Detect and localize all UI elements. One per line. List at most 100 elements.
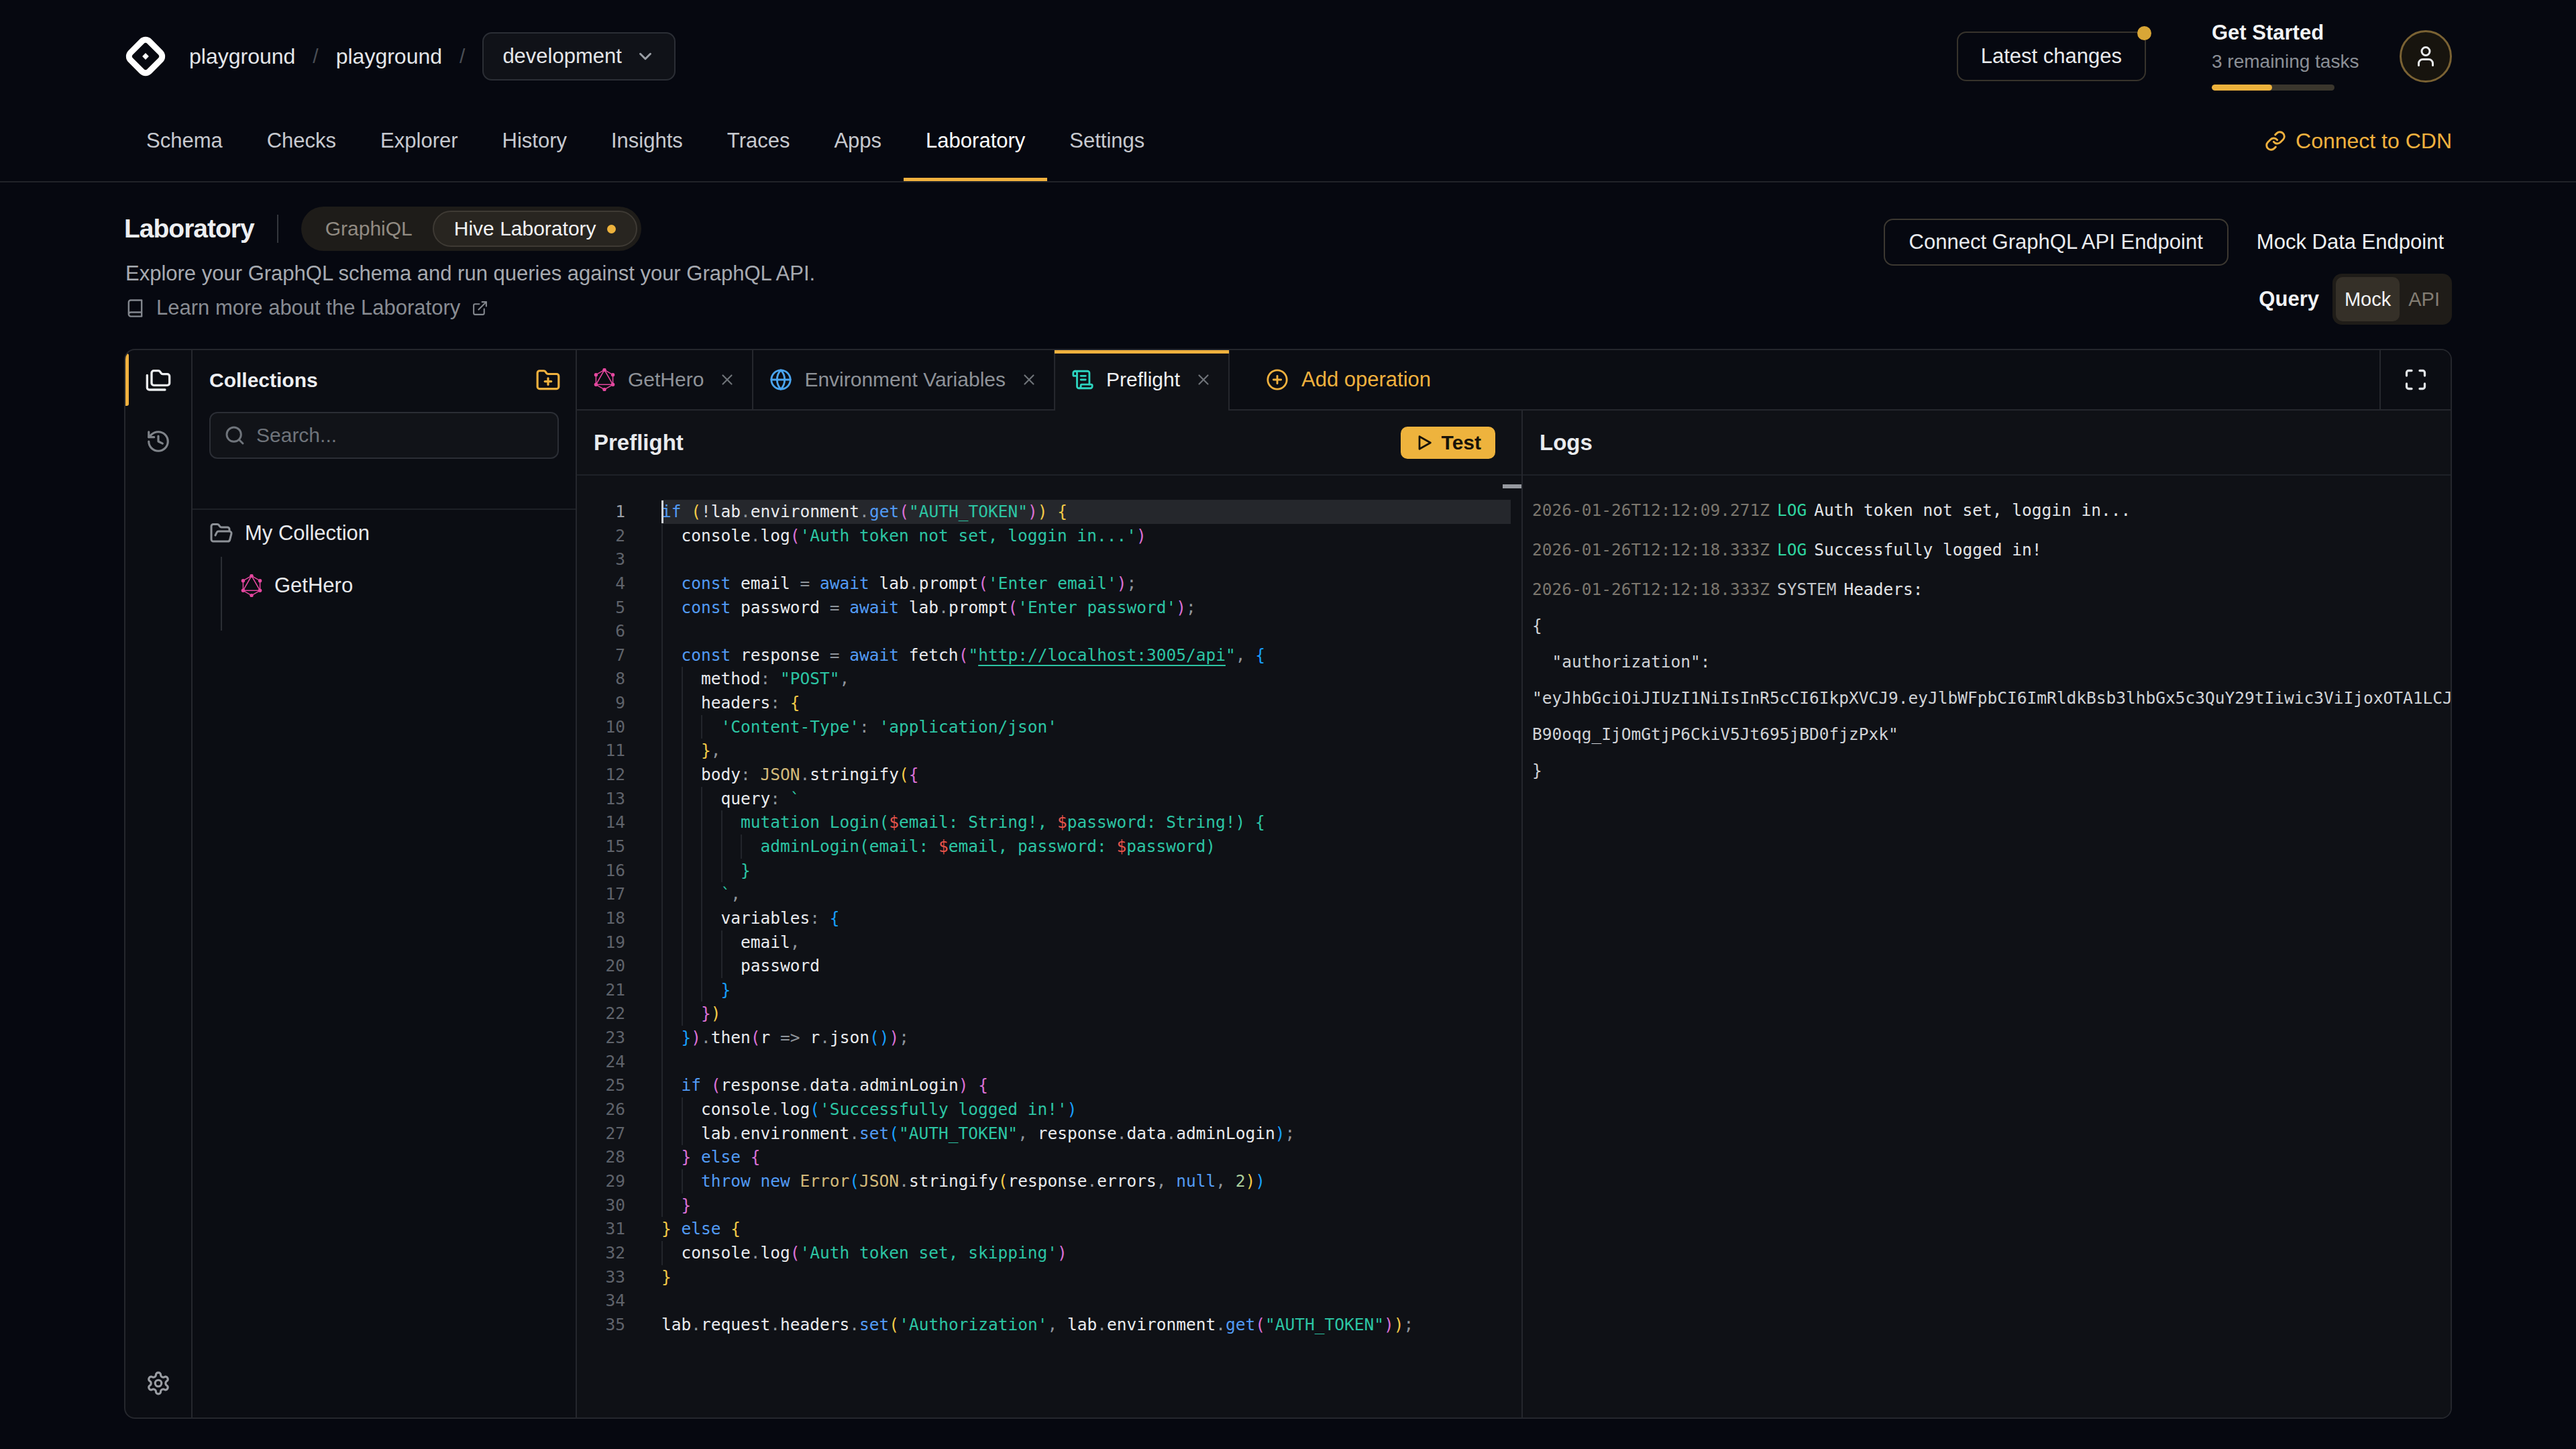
log-body-line: } (1532, 753, 2451, 789)
code-line: 20 password (577, 954, 1521, 978)
line-number: 3 (577, 547, 625, 572)
code-line: 32 console.log('Auth token set, skipping… (577, 1241, 1521, 1265)
logs-output[interactable]: 2026-01-26T12:12:09.271Z LOG Auth token no… (1523, 476, 2451, 1417)
target-selector-value: development (502, 44, 622, 68)
code-line: 19 email, (577, 930, 1521, 955)
hive-logo-icon[interactable] (124, 35, 167, 78)
nav-item-apps[interactable]: Apps (812, 101, 904, 181)
log-message: Headers: (1844, 580, 1923, 599)
log-level: LOG (1777, 500, 1807, 520)
learn-more-link[interactable]: Learn more about the Laboratory (125, 296, 488, 320)
code-line: 4 const email = await lab.prompt('Enter … (577, 572, 1521, 596)
add-operation-button[interactable]: Add operation (1256, 350, 1440, 409)
get-started-title: Get Started (2212, 22, 2334, 43)
query-endpoint-toggle: Mock API (2332, 274, 2452, 325)
tab-label: Environment Variables (804, 368, 1006, 391)
nav-item-traces[interactable]: Traces (705, 101, 812, 181)
nav-item-explorer[interactable]: Explorer (358, 101, 480, 181)
folders-icon (145, 366, 172, 393)
collection-folder-item[interactable]: My Collection (209, 512, 576, 555)
code-line: 1if (!lab.environment.get("AUTH_TOKEN"))… (577, 500, 1521, 524)
mode-option-hive-laboratory[interactable]: Hive Laboratory (433, 211, 637, 247)
collection-operation-item[interactable]: GetHero (240, 564, 576, 607)
code-line: 10 'Content-Type': 'application/json' (577, 715, 1521, 739)
line-number: 22 (577, 1002, 625, 1026)
search-icon (224, 425, 246, 446)
tab-close-icon[interactable] (1020, 371, 1038, 388)
code-line: 11 }, (577, 739, 1521, 763)
fullscreen-button[interactable] (2379, 350, 2451, 409)
code-line: 17 `, (577, 882, 1521, 906)
target-selector[interactable]: development (482, 32, 676, 80)
line-number: 4 (577, 572, 625, 596)
get-started-progressbar (2212, 85, 2334, 91)
connect-graphql-endpoint-button[interactable]: Connect GraphQL API Endpoint (1884, 219, 2229, 266)
mock-data-endpoint-button[interactable]: Mock Data Endpoint (2257, 219, 2444, 266)
get-started-widget[interactable]: Get Started 3 remaining tasks (2212, 22, 2334, 91)
code-line: 30 } (577, 1193, 1521, 1218)
line-number: 26 (577, 1097, 625, 1122)
mode-option-graphiql[interactable]: GraphiQL (305, 211, 433, 247)
tab-preflight[interactable]: Preflight (1055, 350, 1230, 409)
nav-item-checks[interactable]: Checks (245, 101, 358, 181)
graphql-icon (240, 574, 263, 597)
code-line: 15 adminLogin(email: $email, password: $… (577, 835, 1521, 859)
nav-item-laboratory[interactable]: Laboratory (904, 101, 1047, 181)
graphql-icon (593, 368, 616, 391)
code-line: 18 variables: { (577, 906, 1521, 930)
nav-item-settings[interactable]: Settings (1047, 101, 1167, 181)
latest-changes-button[interactable]: Latest changes (1957, 32, 2146, 81)
query-label: Query (2259, 287, 2319, 311)
test-button[interactable]: Test (1401, 427, 1495, 459)
tab-close-icon[interactable] (718, 371, 736, 388)
user-avatar[interactable] (2400, 30, 2452, 83)
log-timestamp: 2026-01-26T12:12:18.333Z (1532, 580, 1770, 599)
code-line: 25 if (response.data.adminLogin) { (577, 1073, 1521, 1097)
overview-ruler-cursor-mark (1503, 484, 1521, 488)
breadcrumb-org[interactable]: playground (189, 44, 295, 69)
collection-folder-label: My Collection (245, 521, 370, 545)
logs-pane: Logs 2026-01-26T12:12:09.271ZLOGAuth tok… (1523, 411, 2451, 1417)
nav-item-history[interactable]: History (480, 101, 589, 181)
code-line: 34 (577, 1289, 1521, 1313)
nav-item-schema[interactable]: Schema (124, 101, 245, 181)
code-editor[interactable]: 1if (!lab.environment.get("AUTH_TOKEN"))… (577, 476, 1521, 1417)
globe-icon (769, 368, 792, 391)
log-message: Auth token not set, loggin in... (1814, 500, 2131, 520)
line-number: 6 (577, 619, 625, 643)
log-timestamp: 2026-01-26T12:12:09.271Z (1532, 500, 1770, 520)
search-input[interactable] (256, 424, 544, 447)
tab-env-vars[interactable]: Environment Variables (753, 350, 1055, 409)
line-number: 2 (577, 524, 625, 548)
log-level: LOG (1777, 540, 1807, 559)
tree-indent-line (221, 557, 222, 631)
scroll-icon (1071, 368, 1094, 391)
breadcrumb-project[interactable]: playground (336, 44, 442, 69)
page-title: Laboratory (124, 214, 254, 244)
folder-open-icon (209, 521, 233, 545)
line-number: 12 (577, 763, 625, 787)
line-number: 17 (577, 882, 625, 906)
code-line: 28 } else { (577, 1145, 1521, 1169)
code-line: 8 method: "POST", (577, 667, 1521, 691)
toggle-option-api[interactable]: API (2400, 277, 2449, 321)
code-line: 16 } (577, 859, 1521, 883)
breadcrumb: playground / playground / development (189, 32, 676, 80)
line-number: 35 (577, 1313, 625, 1337)
code-line: 9 headers: { (577, 691, 1521, 715)
settings-gear-button[interactable] (146, 1371, 171, 1399)
line-number: 18 (577, 906, 625, 930)
plus-circle-icon (1266, 368, 1289, 391)
toggle-option-mock[interactable]: Mock (2336, 277, 2400, 321)
nav-item-insights[interactable]: Insights (589, 101, 705, 181)
connect-to-cdn-link[interactable]: Connect to CDN (2265, 129, 2452, 154)
tab-gethero[interactable]: GetHero (577, 350, 753, 409)
tab-close-icon[interactable] (1195, 371, 1212, 388)
code-line: 13 query: ` (577, 787, 1521, 811)
rail-item-history[interactable] (125, 409, 191, 474)
line-number: 33 (577, 1265, 625, 1289)
rail-item-collections[interactable] (125, 350, 191, 409)
new-collection-button[interactable] (535, 368, 561, 393)
line-number: 21 (577, 978, 625, 1002)
main-nav: SchemaChecksExplorerHistoryInsightsTrace… (0, 101, 2576, 182)
